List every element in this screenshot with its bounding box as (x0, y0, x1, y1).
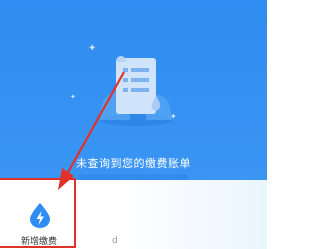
annotation-highlight-box (0, 178, 76, 248)
bill-header: ✦ ✦ ✦ 未查询到您的缴费账单 (0, 0, 267, 180)
sparkle-icon: ✦ (70, 93, 76, 101)
empty-bill-illustration (100, 56, 172, 126)
quick-actions-area (118, 180, 267, 249)
empty-state-message: 未查询到您的缴费账单 (76, 157, 191, 170)
next-action-label: d (112, 236, 118, 246)
status-bar (0, 0, 267, 8)
